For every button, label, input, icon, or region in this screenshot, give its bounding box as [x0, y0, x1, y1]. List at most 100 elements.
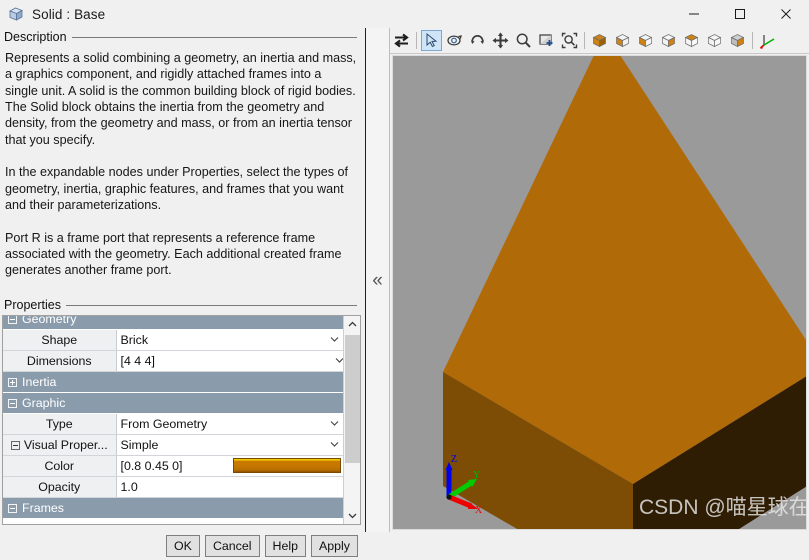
panel-collapse-splitter[interactable]: « [365, 28, 390, 532]
properties-table-container[interactable]: GeometryShapeBrickDimensions[4 4 4]cmIne… [2, 315, 361, 525]
property-name-cell: Visual Proper... [3, 434, 117, 456]
zoom-icon[interactable] [513, 30, 534, 51]
property-value-cell[interactable]: 1.0 [116, 476, 343, 498]
y-axis-label: Y [473, 470, 480, 481]
chevron-down-icon[interactable] [335, 357, 343, 365]
y-axis: Y [447, 470, 480, 500]
cancel-button[interactable]: Cancel [204, 534, 260, 557]
x-axis-label: X [475, 505, 483, 513]
tree-toggle-icon[interactable] [8, 377, 17, 387]
property-name-cell: Color [3, 455, 117, 477]
tree-toggle-icon[interactable] [8, 503, 17, 513]
property-group-row[interactable]: Geometry [3, 315, 343, 330]
properties-group-label: Properties [0, 298, 66, 312]
view-left-icon[interactable] [681, 30, 702, 51]
property-value: From Geometry [120, 417, 208, 431]
property-group-label: Graphic [22, 396, 66, 410]
property-value-cell[interactable]: [4 4 4] [116, 350, 343, 372]
property-label: Opacity [38, 480, 81, 494]
property-group-row[interactable]: Frames [3, 497, 343, 519]
title-bar: Solid : Base [0, 0, 809, 28]
divider [65, 304, 357, 306]
zoom-region-icon[interactable] [536, 30, 557, 51]
property-value-cell[interactable]: From Geometry [116, 413, 343, 435]
rotate-icon[interactable] [467, 30, 488, 51]
scroll-down-button[interactable] [344, 507, 360, 524]
property-name-cell: Shape [3, 329, 117, 351]
description-text: Represents a solid combining a geometry,… [5, 51, 357, 278]
property-value: [4 4 4] [120, 354, 155, 368]
property-row[interactable]: Shape Brick [3, 329, 343, 351]
viewer-panel: Z Y X CSDN @喵星球在发光 [390, 28, 809, 532]
chevron-down-icon[interactable] [330, 420, 339, 428]
property-group-label: Frames [22, 501, 64, 515]
watermark-text: CSDN @喵星球在发光 [639, 496, 807, 519]
apply-button[interactable]: Apply [311, 534, 358, 557]
view-front-icon[interactable] [612, 30, 633, 51]
property-name-cell: Type [3, 413, 117, 435]
viewer-toolbar [390, 28, 809, 54]
scrollbar-thumb[interactable] [345, 335, 360, 463]
z-axis-label: Z [451, 454, 457, 465]
select-cursor-icon[interactable] [421, 30, 442, 51]
window-controls [671, 0, 809, 28]
help-button[interactable]: Help [264, 534, 306, 557]
view-isometric-icon[interactable] [589, 30, 610, 51]
property-value: Simple [120, 438, 159, 452]
divider [71, 36, 357, 38]
property-label: Visual Proper... [23, 438, 108, 452]
property-row[interactable]: Type From Geometry [3, 413, 343, 435]
property-label: Color [44, 459, 75, 473]
view-right-icon[interactable] [704, 30, 725, 51]
toolbar-separator [752, 32, 753, 49]
swap-arrows-icon[interactable] [391, 30, 412, 51]
chevron-down-icon[interactable] [330, 441, 339, 449]
orbit-icon[interactable] [444, 30, 465, 51]
property-value: 1.0 [120, 480, 138, 494]
pan-icon[interactable] [490, 30, 511, 51]
property-value-cell[interactable]: [0.8 0.45 0] [116, 455, 343, 477]
tree-toggle-icon[interactable] [10, 440, 20, 450]
axis-triad-toggle-icon[interactable] [757, 30, 778, 51]
window-title: Solid : Base [32, 6, 106, 22]
tree-toggle-icon[interactable] [8, 316, 17, 324]
property-label: Type [45, 417, 73, 431]
fit-to-view-icon[interactable] [559, 30, 580, 51]
property-group-label: Geometry [22, 315, 77, 326]
property-name-cell: Dimensions [3, 350, 117, 372]
tree-toggle-icon[interactable] [8, 398, 17, 408]
property-group-label: Inertia [22, 375, 57, 389]
minimize-button[interactable] [671, 0, 717, 28]
property-label: Dimensions [26, 354, 92, 368]
property-value: Brick [120, 333, 149, 347]
toolbar-separator [584, 32, 585, 49]
chevron-down-icon[interactable] [330, 336, 339, 344]
view-top-icon[interactable] [635, 30, 656, 51]
property-row[interactable]: Opacity 1.0 [3, 476, 343, 498]
chevron-double-left-icon[interactable]: « [372, 271, 383, 290]
properties-scrollbar[interactable] [343, 316, 360, 524]
property-name-cell: Opacity [3, 476, 117, 498]
close-button[interactable] [763, 0, 809, 28]
maximize-button[interactable] [717, 0, 763, 28]
view-bottom-icon[interactable] [658, 30, 679, 51]
axis-triad: Z Y X [445, 454, 483, 513]
property-value-cell[interactable]: Simple [116, 434, 343, 456]
scroll-up-button[interactable] [344, 316, 360, 333]
properties-table: GeometryShapeBrickDimensions[4 4 4]cmIne… [3, 315, 360, 519]
color-swatch-button[interactable] [233, 458, 341, 473]
description-group-label: Description [0, 30, 72, 44]
ok-button[interactable]: OK [166, 534, 200, 557]
solid-block-dialog: Solid : Base Description Represents a so… [0, 0, 809, 557]
properties-group-header: Properties [0, 298, 365, 312]
3d-viewport[interactable]: Z Y X CSDN @喵星球在发光 [392, 55, 807, 530]
property-group-row[interactable]: Inertia [3, 371, 343, 393]
property-group-row[interactable]: Graphic [3, 392, 343, 414]
view-back-icon[interactable] [727, 30, 748, 51]
property-row[interactable]: Visual Proper... Simple [3, 434, 343, 456]
property-value-cell[interactable]: Brick [116, 329, 343, 351]
left-panel: Description Represents a solid combining… [0, 28, 365, 557]
property-value: [0.8 0.45 0] [120, 459, 183, 473]
property-row[interactable]: Color [0.8 0.45 0] [3, 455, 343, 477]
property-row[interactable]: Dimensions[4 4 4]cm [3, 350, 360, 372]
